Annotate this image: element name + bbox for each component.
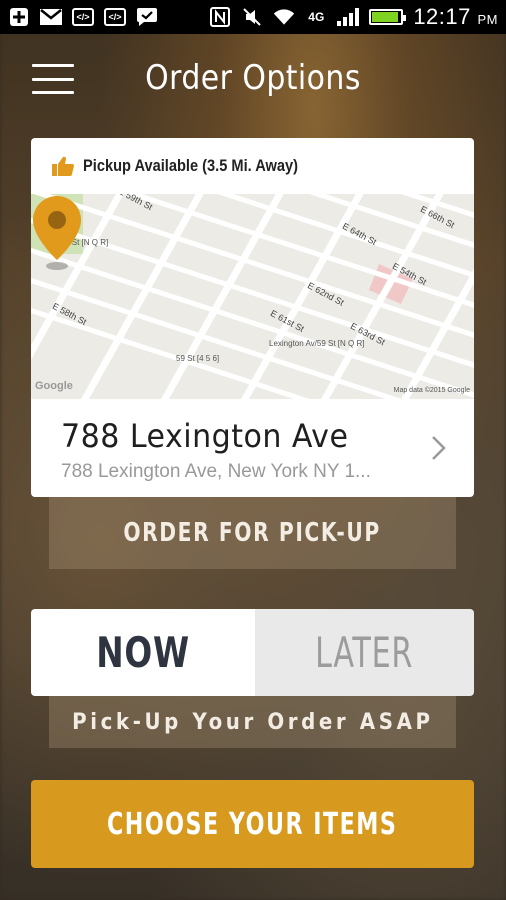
add-icon [8, 7, 30, 27]
network-type-icon: 4G [308, 10, 325, 24]
order-type-text: ORDER FOR PICK-UP [123, 518, 382, 548]
map-logo: Google [35, 380, 73, 392]
time-ampm: PM [477, 12, 498, 27]
time-value: 12:17 [413, 4, 471, 29]
battery-level [372, 12, 398, 22]
map-station-label: Lexington Av/59 St [N Q R] [269, 339, 365, 348]
pickup-availability-text: Pickup Available (3.5 Mi. Away) [83, 156, 299, 175]
pickup-availability-row: Pickup Available (3.5 Mi. Away) [31, 138, 474, 194]
status-bar-right-icons: 4G 12:17 PM [209, 4, 498, 30]
status-bar-left-icons: </> </> [8, 7, 158, 27]
tab-now[interactable]: NOW [31, 609, 255, 696]
status-bar: </> </> 4G 12:17 PM [0, 0, 506, 34]
chat-check-icon [136, 7, 158, 27]
mute-icon [241, 7, 263, 27]
code-icon: </> [104, 8, 126, 26]
timing-toggle: NOW LATER [31, 609, 474, 696]
thumbs-up-icon [52, 156, 74, 176]
address-subtitle: 788 Lexington Ave, New York NY 1... [61, 461, 371, 482]
app-header: Order Options [0, 34, 506, 124]
location-card: Pickup Available (3.5 Mi. Away) E 59th S… [31, 138, 474, 497]
address-row[interactable]: 788 Lexington Ave 788 Lexington Ave, New… [31, 399, 474, 497]
choose-items-label: CHOOSE YOUR ITEMS [107, 806, 398, 842]
map-view[interactable]: E 59th St E 66th St E 64th St E 62nd St … [31, 194, 474, 399]
tab-later[interactable]: LATER [255, 609, 474, 696]
tab-now-label: NOW [96, 628, 190, 677]
gmail-icon [40, 7, 62, 27]
map-streets [31, 194, 474, 399]
map-attribution: Map data ©2015 Google [393, 387, 470, 394]
code-icon: </> [72, 8, 94, 26]
nfc-icon [209, 7, 231, 27]
status-time: 12:17 PM [413, 4, 498, 30]
map-station-label: 59 St [4 5 6] [176, 354, 220, 363]
wifi-icon [273, 7, 295, 27]
timing-description-text: Pick-Up Your Order ASAP [71, 709, 434, 735]
page-title: Order Options [145, 58, 361, 98]
timing-description: Pick-Up Your Order ASAP [49, 696, 456, 748]
tab-later-label: LATER [315, 628, 414, 677]
location-pin-icon [33, 196, 81, 270]
order-type-label: ORDER FOR PICK-UP [49, 497, 456, 569]
address-title: 788 Lexington Ave [61, 417, 349, 455]
signal-strength-icon [337, 8, 360, 26]
choose-items-button[interactable]: CHOOSE YOUR ITEMS [31, 780, 474, 868]
chevron-right-icon [432, 436, 446, 460]
battery-icon [369, 9, 407, 25]
